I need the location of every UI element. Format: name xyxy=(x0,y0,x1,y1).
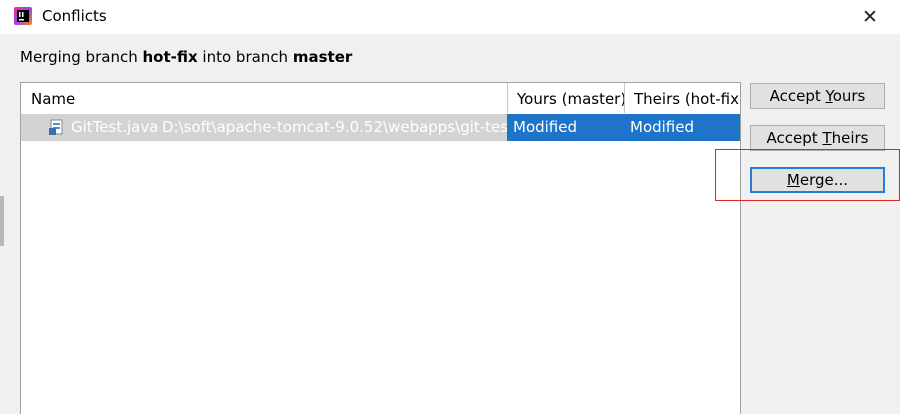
column-separator[interactable] xyxy=(507,83,508,113)
accept-yours-button[interactable]: Accept Yours xyxy=(750,83,885,109)
java-file-icon xyxy=(49,119,63,135)
title-bar: Conflicts ✕ xyxy=(0,0,900,34)
file-path: D:\soft\apache-tomcat-9.0.52\webapps\git… xyxy=(162,118,507,136)
table-row[interactable]: GitTest.java D:\soft\apache-tomcat-9.0.5… xyxy=(21,114,740,141)
target-branch: master xyxy=(292,48,353,66)
accept-theirs-mnemonic: T xyxy=(822,129,832,147)
close-icon[interactable]: ✕ xyxy=(859,6,881,28)
accept-theirs-button[interactable]: Accept Theirs xyxy=(750,125,885,151)
annotation-highlight-box xyxy=(715,149,900,201)
column-name-header[interactable]: Name xyxy=(31,83,75,113)
accept-theirs-label-start: Accept xyxy=(766,129,823,147)
column-theirs-header[interactable]: Theirs (hot-fix) xyxy=(634,83,740,113)
window-title: Conflicts xyxy=(42,7,107,25)
intellij-idea-icon xyxy=(14,7,32,25)
file-name: GitTest.java xyxy=(71,118,159,136)
accept-yours-mnemonic: Y xyxy=(825,87,833,105)
accept-yours-label-start: Accept xyxy=(769,87,826,105)
column-yours-header[interactable]: Yours (master) xyxy=(517,83,626,113)
table-header: Name Yours (master) Theirs (hot-fix) xyxy=(21,83,740,113)
conflicts-table[interactable]: Name Yours (master) Theirs (hot-fix) Git… xyxy=(20,82,741,414)
source-branch: hot-fix xyxy=(142,48,198,66)
subtitle-middle: into branch xyxy=(197,48,293,66)
accept-theirs-label-end: heirs xyxy=(831,129,869,147)
window-edge xyxy=(0,196,4,246)
merge-description: Merging branch hot-fix into branch maste… xyxy=(20,47,352,67)
column-separator[interactable] xyxy=(624,83,625,113)
file-name-cell[interactable]: GitTest.java D:\soft\apache-tomcat-9.0.5… xyxy=(21,114,507,141)
accept-yours-label-end: ours xyxy=(832,87,866,105)
yours-status-cell[interactable]: Modified xyxy=(507,114,624,141)
subtitle-prefix: Merging branch xyxy=(20,48,143,66)
theirs-status-cell[interactable]: Modified xyxy=(624,114,740,141)
